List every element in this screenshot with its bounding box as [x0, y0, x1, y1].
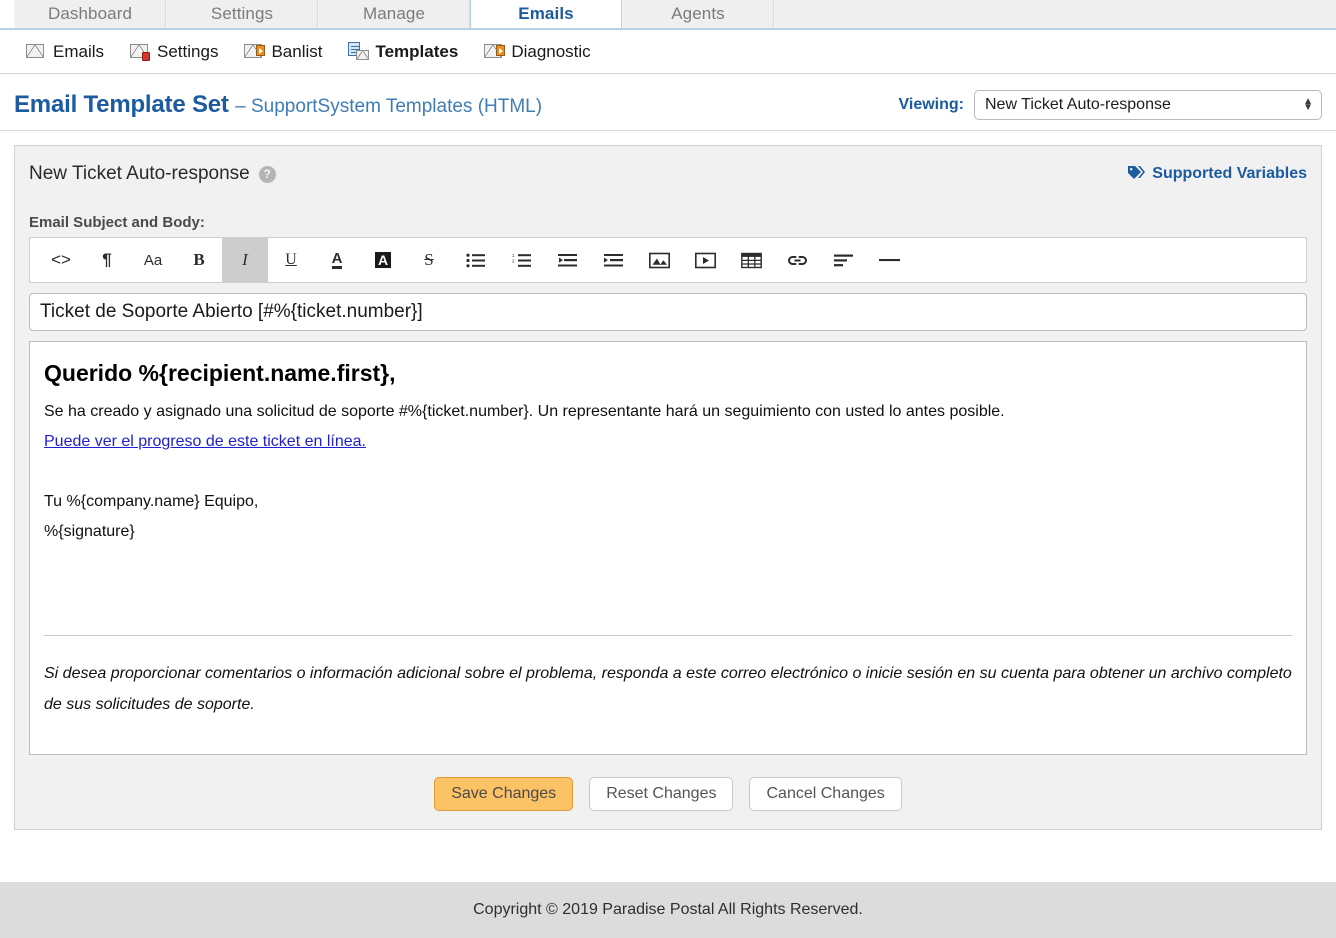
- indent-icon[interactable]: [590, 238, 636, 282]
- body-signoff-line2: %{signature}: [44, 523, 135, 540]
- envelope-arrow-icon: [484, 43, 506, 60]
- subnav-item-settings[interactable]: Settings: [130, 42, 218, 62]
- panel-title: New Ticket Auto-response ?: [29, 163, 276, 185]
- envelope-document-icon: [348, 42, 370, 60]
- template-select[interactable]: New Ticket Auto-response ▲ ▼: [974, 90, 1322, 120]
- tab-label: Agents: [671, 4, 725, 23]
- svg-text:2: 2: [512, 258, 515, 263]
- insert-link-icon[interactable]: [774, 238, 820, 282]
- tags-icon: [1127, 165, 1146, 184]
- page-title: Email Template Set – SupportSystem Templ…: [14, 91, 542, 119]
- tab-label: Manage: [362, 4, 426, 23]
- subnav-item-emails[interactable]: Emails: [26, 42, 104, 62]
- help-icon[interactable]: ?: [258, 165, 276, 183]
- template-panel: New Ticket Auto-response ? Supported Var…: [14, 145, 1322, 830]
- align-icon[interactable]: [820, 238, 866, 282]
- page-header: Email Template Set – SupportSystem Templ…: [0, 74, 1336, 131]
- tab-manage[interactable]: Manage: [318, 0, 470, 28]
- supported-variables-link[interactable]: Supported Variables: [1127, 165, 1307, 184]
- body-note: Si desea proporcionar comentarios o info…: [44, 665, 1292, 713]
- body-divider: [44, 635, 1292, 636]
- body-paragraph: Se ha creado y asignado una solicitud de…: [44, 403, 1005, 420]
- template-select-value: New Ticket Auto-response: [985, 96, 1171, 113]
- subject-input[interactable]: Ticket de Soporte Abierto [#%{ticket.num…: [29, 293, 1307, 331]
- envelope-arrow-icon: [244, 43, 266, 60]
- supported-variables-label: Supported Variables: [1152, 165, 1307, 182]
- body-link-text: Puede ver el progreso de este ticket en …: [44, 433, 366, 450]
- cancel-changes-button[interactable]: Cancel Changes: [749, 777, 902, 811]
- envelope-icon: [26, 43, 46, 60]
- horizontal-rule-icon[interactable]: [866, 238, 912, 282]
- tab-settings[interactable]: Settings: [166, 0, 318, 28]
- tab-agents[interactable]: Agents: [622, 0, 774, 28]
- underline-icon[interactable]: U: [268, 238, 314, 282]
- viewing-control: Viewing: New Ticket Auto-response ▲ ▼: [898, 90, 1322, 120]
- strikethrough-icon[interactable]: S: [406, 238, 452, 282]
- body-editor[interactable]: Querido %{recipient.name.first}, Se ha c…: [29, 341, 1307, 755]
- template-panel-header: New Ticket Auto-response ? Supported Var…: [15, 146, 1321, 202]
- tab-dashboard[interactable]: Dashboard: [14, 0, 166, 28]
- source-code-icon[interactable]: <>: [38, 238, 84, 282]
- tab-label: Dashboard: [47, 4, 133, 23]
- editor-section-label: Email Subject and Body:: [29, 214, 205, 231]
- subject-value: Ticket de Soporte Abierto [#%{ticket.num…: [40, 301, 423, 322]
- copyright-text: Copyright © 2019 Paradise Postal All Rig…: [473, 901, 863, 918]
- bold-icon[interactable]: B: [176, 238, 222, 282]
- subnav-item-banlist[interactable]: Banlist: [244, 42, 322, 62]
- page-title-main: Email Template Set: [14, 91, 229, 118]
- italic-icon[interactable]: I: [222, 238, 268, 282]
- editor-toolbar: <> ¶ Aa B I U A A S 12: [29, 237, 1307, 283]
- body-link[interactable]: Puede ver el progreso de este ticket en …: [44, 427, 1292, 457]
- panel-title-text: New Ticket Auto-response: [29, 163, 250, 184]
- page-title-subtitle: – SupportSystem Templates (HTML): [235, 96, 543, 117]
- save-changes-button[interactable]: Save Changes: [434, 777, 574, 811]
- insert-image-icon[interactable]: [636, 238, 682, 282]
- insert-video-icon[interactable]: [682, 238, 728, 282]
- form-actions: Save Changes Reset Changes Cancel Change…: [29, 755, 1307, 829]
- subnav-label: Emails: [53, 41, 105, 61]
- tab-bar-filler: [774, 0, 1336, 28]
- secondary-nav: Emails Settings Banlist Templates Diagno…: [0, 30, 1336, 74]
- background-color-icon[interactable]: A: [360, 238, 406, 282]
- body-signoff-line1: Tu %{company.name} Equipo,: [44, 493, 259, 510]
- subnav-item-templates[interactable]: Templates: [348, 42, 458, 62]
- editor-shell: <> ¶ Aa B I U A A S 12 Ticket de Soporte…: [29, 237, 1307, 829]
- chevron-updown-icon: ▲ ▼: [1303, 96, 1313, 113]
- text-color-icon[interactable]: A: [314, 238, 360, 282]
- subnav-label: Diagnostic: [511, 41, 591, 61]
- outdent-icon[interactable]: [544, 238, 590, 282]
- subnav-item-diagnostic[interactable]: Diagnostic: [484, 41, 591, 62]
- page-footer: Copyright © 2019 Paradise Postal All Rig…: [0, 882, 1336, 938]
- reset-changes-button[interactable]: Reset Changes: [589, 777, 734, 811]
- bullet-list-icon[interactable]: [452, 238, 498, 282]
- app-window: Dashboard Settings Manage Emails Agents …: [0, 0, 1336, 938]
- numbered-list-icon[interactable]: 12: [498, 238, 544, 282]
- paragraph-format-icon[interactable]: ¶: [84, 238, 130, 282]
- body-greeting: Querido %{recipient.name.first},: [44, 360, 396, 386]
- subnav-label: Settings: [157, 41, 219, 61]
- tab-emails[interactable]: Emails: [470, 0, 622, 28]
- tab-label: Settings: [210, 4, 274, 23]
- subnav-label: Templates: [375, 41, 459, 61]
- envelope-wrench-icon: [130, 43, 151, 61]
- font-size-icon[interactable]: Aa: [130, 238, 176, 282]
- primary-tab-bar: Dashboard Settings Manage Emails Agents: [0, 0, 1336, 30]
- insert-table-icon[interactable]: [728, 238, 774, 282]
- tab-label: Emails: [518, 4, 574, 23]
- viewing-label: Viewing:: [898, 96, 965, 113]
- subnav-label: Banlist: [271, 41, 323, 61]
